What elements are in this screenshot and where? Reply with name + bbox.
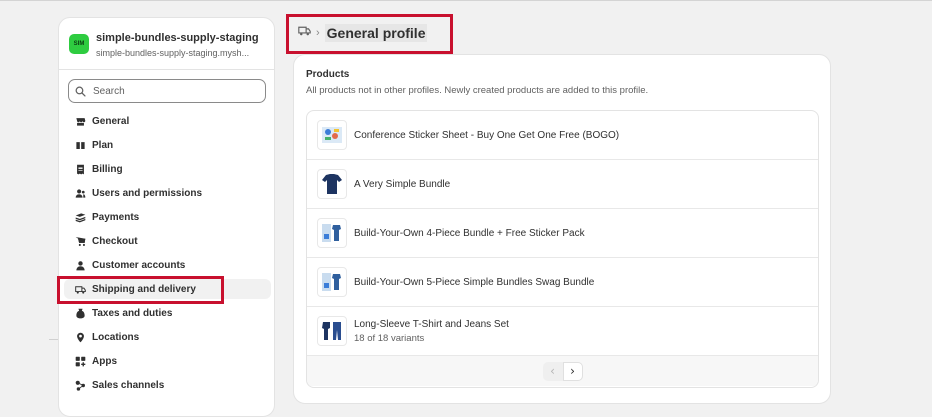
billing-icon (74, 163, 86, 175)
sidebar-item-apps[interactable]: Apps (64, 351, 271, 371)
page-header: › General profile (298, 24, 428, 42)
sidebar-item-label: Plan (92, 139, 114, 151)
search-input[interactable] (91, 84, 255, 98)
sidebar-item-sales-channels[interactable]: Sales channels (64, 375, 271, 395)
sidebar-item-label: Customer accounts (92, 259, 186, 271)
product-thumbnail (317, 218, 347, 248)
sidebar-divider (59, 69, 274, 70)
product-thumbnail (317, 120, 347, 150)
sidebar-item-label: General (92, 115, 130, 127)
sidebar-item-general[interactable]: General (64, 111, 271, 131)
store-name: simple-bundles-supply-staging (96, 32, 259, 44)
sidebar-item-checkout[interactable]: Checkout (64, 231, 271, 251)
sidebar-item-taxes[interactable]: Taxes and duties (64, 303, 271, 323)
settings-sidebar: SIM simple-bundles-supply-staging simple… (58, 17, 275, 417)
sidebar-item-label: Apps (92, 355, 117, 367)
channels-icon (74, 379, 86, 391)
top-border (0, 0, 932, 1)
list-item[interactable]: Conference Sticker Sheet - Buy One Get O… (307, 111, 818, 160)
sidebar-item-locations[interactable]: Locations (64, 327, 271, 347)
tax-icon (74, 307, 86, 319)
apps-icon (74, 355, 86, 367)
next-page-button[interactable]: › (562, 361, 583, 381)
sidebar-item-label: Shipping and delivery (92, 283, 196, 295)
sidebar-item-users[interactable]: Users and permissions (64, 183, 271, 203)
sidebar-item-label: Taxes and duties (92, 307, 173, 319)
products-card: Products All products not in other profi… (293, 54, 831, 404)
product-thumbnail (317, 169, 347, 199)
sidebar-item-payments[interactable]: Payments (64, 207, 271, 227)
list-item[interactable]: Build-Your-Own 4-Piece Bundle + Free Sti… (307, 209, 818, 258)
sidebar-item-label: Locations (92, 331, 140, 343)
page-title: General profile (324, 24, 428, 42)
sidebar-item-label: Sales channels (92, 379, 165, 391)
sidebar-item-billing[interactable]: Billing (64, 159, 271, 179)
product-name: Conference Sticker Sheet - Buy One Get O… (354, 129, 620, 141)
pagination: ‹ › (307, 356, 818, 386)
sidebar-item-plan[interactable]: Plan (64, 135, 271, 155)
breadcrumb-separator: › (316, 27, 320, 39)
product-name: Build-Your-Own 5-Piece Simple Bundles Sw… (354, 276, 595, 288)
users-icon (74, 187, 86, 199)
plan-icon (74, 139, 86, 151)
sidebar-item-label: Checkout (92, 235, 138, 247)
truck-icon (74, 283, 86, 295)
product-name: A Very Simple Bundle (354, 178, 451, 190)
search-icon (75, 86, 86, 97)
product-list: Conference Sticker Sheet - Buy One Get O… (306, 110, 819, 388)
store-icon (74, 115, 86, 127)
product-variants: 18 of 18 variants (354, 332, 425, 344)
sidebar-item-label: Payments (92, 211, 140, 223)
sidebar-item-label: Billing (92, 163, 123, 175)
product-name: Build-Your-Own 4-Piece Bundle + Free Sti… (354, 227, 585, 239)
store-avatar: SIM (69, 34, 89, 54)
list-item[interactable]: Long-Sleeve T-Shirt and Jeans Set 18 of … (307, 307, 818, 356)
search-box[interactable] (68, 79, 266, 103)
products-subtitle: All products not in other profiles. Newl… (306, 85, 649, 96)
sidebar-item-shipping[interactable]: Shipping and delivery (64, 279, 271, 299)
payments-icon (74, 211, 86, 223)
location-icon (74, 331, 86, 343)
store-switcher[interactable]: SIM simple-bundles-supply-staging simple… (69, 32, 259, 60)
store-domain: simple-bundles-supply-staging.mysh... (96, 48, 250, 58)
settings-nav: General Plan Billing Users and permissio… (64, 111, 271, 399)
previous-page-button[interactable]: ‹ (542, 361, 563, 381)
list-item[interactable]: A Very Simple Bundle (307, 160, 818, 209)
products-title: Products (306, 69, 350, 80)
sidebar-item-label: Users and permissions (92, 187, 203, 199)
person-icon (74, 259, 86, 271)
sidebar-item-customer-accounts[interactable]: Customer accounts (64, 255, 271, 275)
product-name: Long-Sleeve T-Shirt and Jeans Set (354, 318, 509, 330)
list-item[interactable]: Build-Your-Own 5-Piece Simple Bundles Sw… (307, 258, 818, 307)
truck-icon (298, 24, 311, 42)
product-thumbnail (317, 316, 347, 346)
cart-icon (74, 235, 86, 247)
product-thumbnail (317, 267, 347, 297)
